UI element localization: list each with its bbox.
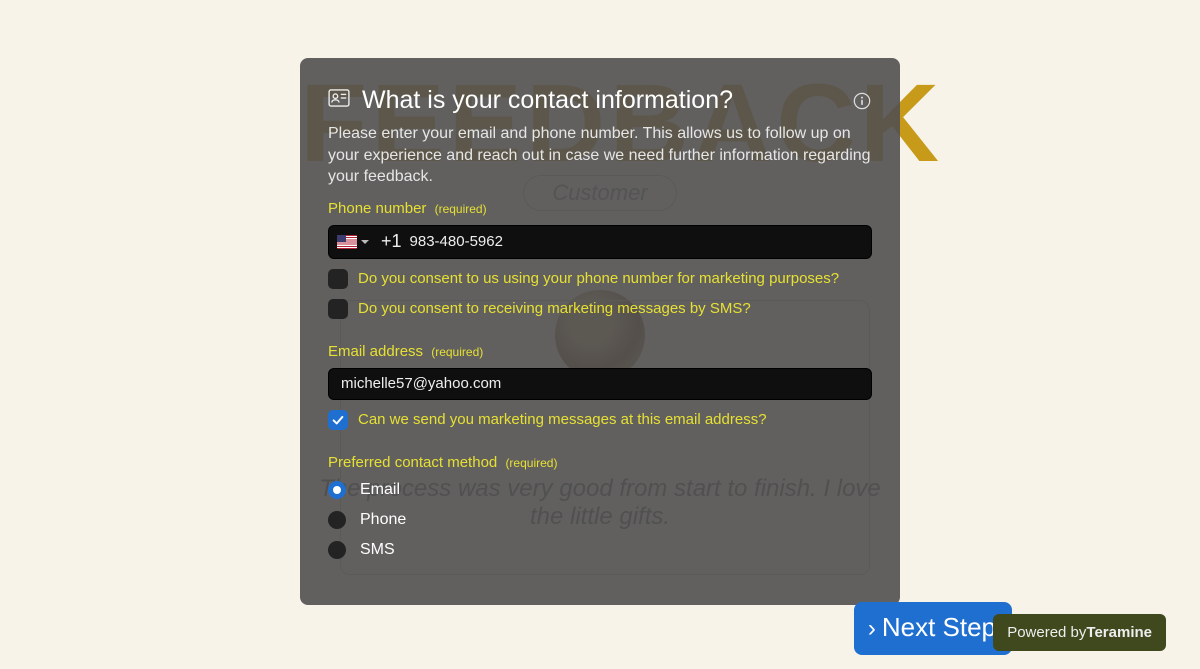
email-consent-row: Can we send you marketing messages at th… bbox=[328, 410, 872, 430]
radio-label-sms: SMS bbox=[360, 541, 395, 559]
phone-marketing-consent-label: Do you consent to us using your phone nu… bbox=[358, 270, 839, 287]
required-contact-method: (required) bbox=[505, 456, 557, 470]
contact-method-label-text: Preferred contact method bbox=[328, 454, 497, 471]
dial-code: +1 bbox=[377, 231, 410, 252]
modal-header: What is your contact information? bbox=[328, 86, 872, 115]
radio-label-email: Email bbox=[360, 481, 400, 499]
radio-sms[interactable] bbox=[328, 541, 346, 559]
email-label-text: Email address bbox=[328, 343, 423, 360]
radio-row-phone: Phone bbox=[328, 511, 872, 529]
required-phone: (required) bbox=[435, 202, 487, 216]
powered-brand: Teramine bbox=[1086, 624, 1152, 641]
modal-description: Please enter your email and phone number… bbox=[328, 123, 872, 188]
contact-method-radio-group: Email Phone SMS bbox=[328, 481, 872, 559]
radio-phone[interactable] bbox=[328, 511, 346, 529]
sms-consent-checkbox[interactable] bbox=[328, 299, 348, 319]
contact-info-modal: What is your contact information? Please… bbox=[300, 58, 900, 605]
next-step-button[interactable]: › Next Step bbox=[854, 602, 1012, 655]
phone-input-row: +1 bbox=[328, 225, 872, 259]
chevron-right-icon: › bbox=[868, 617, 876, 641]
phone-marketing-consent-checkbox[interactable] bbox=[328, 269, 348, 289]
chevron-down-icon bbox=[361, 240, 369, 244]
required-email: (required) bbox=[431, 345, 483, 359]
powered-prefix: Powered by bbox=[1007, 624, 1086, 641]
phone-section-label: Phone number (required) bbox=[328, 200, 872, 217]
contact-card-icon bbox=[328, 89, 350, 112]
modal-title: What is your contact information? bbox=[362, 86, 733, 115]
phone-input[interactable] bbox=[410, 233, 871, 250]
email-input[interactable] bbox=[328, 368, 872, 400]
sms-consent-label: Do you consent to receiving marketing me… bbox=[358, 300, 751, 317]
radio-label-phone: Phone bbox=[360, 511, 406, 529]
email-consent-checkbox[interactable] bbox=[328, 410, 348, 430]
powered-by-badge[interactable]: Powered byTeramine bbox=[993, 614, 1166, 651]
sms-consent-row: Do you consent to receiving marketing me… bbox=[328, 299, 872, 319]
email-consent-label: Can we send you marketing messages at th… bbox=[358, 411, 767, 428]
radio-row-sms: SMS bbox=[328, 541, 872, 559]
country-code-selector[interactable] bbox=[329, 226, 377, 258]
phone-marketing-consent-row: Do you consent to us using your phone nu… bbox=[328, 269, 872, 289]
radio-row-email: Email bbox=[328, 481, 872, 499]
email-section-label: Email address (required) bbox=[328, 343, 872, 360]
info-icon[interactable] bbox=[852, 91, 872, 111]
radio-email[interactable] bbox=[328, 481, 346, 499]
flag-us-icon bbox=[337, 235, 357, 249]
next-step-label: Next Step bbox=[882, 612, 996, 643]
contact-method-section-label: Preferred contact method (required) bbox=[328, 454, 872, 471]
phone-label-text: Phone number bbox=[328, 200, 426, 217]
